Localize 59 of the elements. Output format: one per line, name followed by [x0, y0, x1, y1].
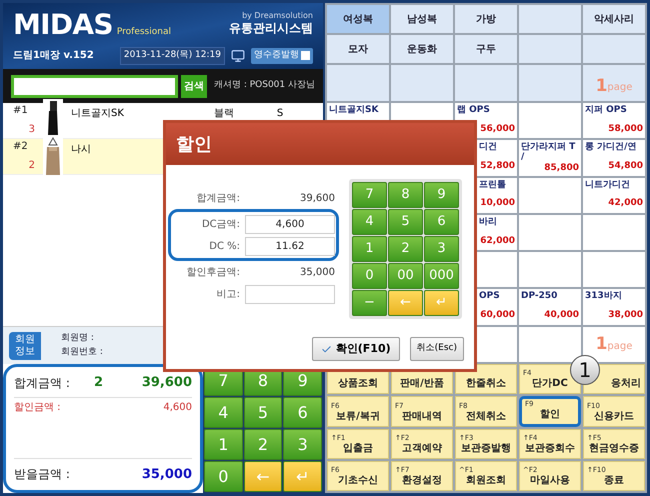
tile-name: 지퍼 OPS — [585, 105, 628, 115]
tile-price: 56,000 — [479, 122, 515, 136]
total-label: 받을금액 : — [14, 466, 71, 484]
row-number: #2 — [13, 140, 29, 154]
color-cell-text: 블랙 — [213, 107, 235, 121]
tile-price: 42,000 — [607, 197, 643, 210]
field-value: 39,600 — [299, 192, 335, 206]
member-label: 회원번호 : — [61, 346, 103, 358]
tile-price: 40,000 — [543, 309, 579, 322]
tile-name: DP-250 — [521, 291, 558, 302]
tile-name: 디건 — [478, 142, 498, 152]
tile-price: 62,000 — [479, 234, 515, 248]
tile-name: 니트골지SK — [329, 105, 380, 115]
tile-name: 바리 — [478, 216, 498, 227]
quantity: 3 — [28, 123, 35, 137]
field-label: 비고: — [216, 288, 240, 302]
tile-name: 313바지 — [585, 291, 623, 302]
field-label: 합계금액: — [196, 192, 240, 206]
total-amount: 4,600 — [163, 400, 192, 414]
page-number: 1 — [596, 78, 608, 95]
cashier-label: 캐셔명 : POS001 사장님 — [214, 79, 315, 92]
member-badge: 회원 정보 — [9, 332, 41, 360]
tile-name: 랩 OPS — [457, 105, 491, 115]
system-title: 유통관리시스템 — [229, 21, 313, 36]
member-label: 회원명 : — [61, 332, 95, 345]
total-amount: 35,000 — [142, 466, 192, 484]
tile-price: 54,800 — [607, 160, 643, 174]
tile-price: 58,000 — [607, 122, 643, 136]
page-number: 1 — [596, 336, 608, 353]
total-label: 할인금액 : — [14, 400, 62, 414]
dialog-title: 할인 — [176, 132, 212, 156]
page-unit: page — [607, 340, 632, 354]
total-label: 합계금액 : — [14, 374, 71, 392]
page-unit: page — [607, 81, 632, 95]
product-name: 니트골지SK — [70, 107, 125, 121]
date-time: 2013-11-28(목) 12:19 — [120, 47, 225, 64]
row-number: #1 — [13, 104, 29, 118]
tile-price: 85,800 — [543, 162, 579, 176]
tile-price: 38,000 — [607, 309, 643, 322]
tile-name: 프린톨 — [478, 180, 507, 190]
tile-price: 52,800 — [479, 160, 515, 174]
quantity: 2 — [28, 159, 35, 173]
tile-price: 60,000 — [479, 309, 515, 322]
tile-name: 단가라지퍼 T / — [521, 142, 576, 162]
tile-name: 니트가디건 — [585, 180, 631, 190]
vendor-label: by Dreamsolution — [242, 11, 313, 21]
field-value: 35,000 — [299, 266, 335, 280]
total-amount: 39,600 — [142, 374, 192, 392]
store-label: 드림1매장 v.152 — [13, 49, 94, 64]
edition-label: Professional — [116, 26, 171, 38]
field-label: DC %: — [208, 240, 240, 254]
tile-name: 롱 가디건/연 — [585, 142, 638, 152]
app-logo: MIDAS — [13, 11, 113, 39]
field-label: DC금액: — [200, 218, 240, 232]
tile-price: 10,000 — [479, 197, 515, 210]
size-cell-text: S — [276, 107, 284, 121]
field-label: 할인후금액: — [186, 266, 240, 280]
tile-name: OPS — [478, 291, 501, 302]
item-count: 2 — [94, 374, 104, 392]
